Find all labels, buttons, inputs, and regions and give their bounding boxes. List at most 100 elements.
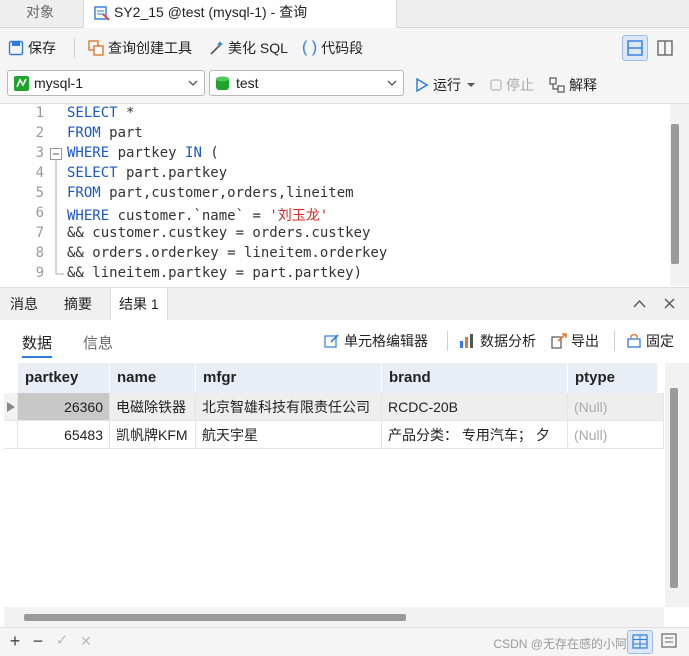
code-line: && lineitem.partkey = part.partkey) bbox=[67, 265, 363, 281]
column-header[interactable]: name bbox=[110, 363, 196, 393]
database-select-value: test bbox=[236, 75, 259, 91]
delete-record-button[interactable]: − bbox=[28, 630, 48, 652]
code-snippet-button[interactable]: ( ) 代码段 bbox=[302, 28, 363, 67]
save-icon bbox=[8, 40, 24, 55]
code-line: && customer.custkey = orders.custkey bbox=[67, 225, 371, 241]
line-number: 5 bbox=[35, 185, 44, 201]
table-cell[interactable]: (Null) bbox=[568, 421, 664, 449]
table-cell[interactable]: 北京智雄科技有限责任公司 bbox=[196, 393, 382, 421]
data-analysis-button[interactable]: 数据分析 bbox=[459, 330, 536, 352]
line-number: 9 bbox=[35, 265, 44, 281]
grid-view-icon bbox=[632, 634, 648, 649]
subtab-data[interactable]: 数据 bbox=[22, 332, 53, 358]
tab-result-1[interactable]: 结果 1 bbox=[110, 288, 168, 321]
column-header[interactable]: brand bbox=[382, 363, 568, 393]
code-line: FROM part,customer,orders,lineitem bbox=[67, 185, 354, 201]
current-row-icon bbox=[7, 402, 15, 412]
split-vertical-icon bbox=[657, 40, 673, 56]
export-icon bbox=[551, 333, 567, 349]
export-button[interactable]: 导出 bbox=[551, 330, 599, 352]
line-number: 4 bbox=[35, 165, 44, 181]
apply-changes-button[interactable]: ✓ bbox=[52, 630, 72, 652]
subtab-info[interactable]: 信息 bbox=[83, 332, 113, 356]
code-line: FROM part bbox=[67, 125, 143, 141]
parentheses-icon: ( ) bbox=[302, 38, 318, 56]
explain-icon bbox=[549, 76, 565, 93]
chevron-down-icon bbox=[387, 80, 397, 86]
table-cell[interactable]: 26360 bbox=[18, 393, 110, 421]
database-select[interactable]: test bbox=[209, 70, 404, 96]
split-horizontal-view-button[interactable] bbox=[622, 35, 648, 61]
line-number: 8 bbox=[35, 245, 44, 261]
stop-button[interactable]: 停止 bbox=[490, 65, 534, 104]
line-number: 2 bbox=[35, 125, 44, 141]
close-icon[interactable] bbox=[664, 298, 675, 309]
table-cell[interactable]: 航天宇星 bbox=[196, 421, 382, 449]
query-tab-title: SY2_15 @test (mysql-1) - 查询 bbox=[114, 4, 308, 20]
table-cell[interactable]: 产品分类： 专用汽车； 夕 bbox=[382, 421, 568, 449]
line-number: 6 bbox=[35, 205, 44, 221]
line-number: 7 bbox=[35, 225, 44, 241]
beautify-sql-button[interactable]: 美化 SQL bbox=[208, 28, 288, 67]
split-vertical-view-button[interactable] bbox=[652, 35, 678, 61]
connection-bar: mysql-1 test 运行 停止 解释 bbox=[0, 67, 689, 104]
grid-horizontal-scrollbar-thumb[interactable] bbox=[24, 614, 406, 621]
code-line: WHERE customer.`name` = '刘玉龙' bbox=[67, 208, 329, 224]
explain-button[interactable]: 解释 bbox=[549, 65, 597, 104]
tab-messages[interactable]: 消息 bbox=[10, 288, 38, 320]
connection-select-value: mysql-1 bbox=[34, 75, 84, 91]
sql-editor[interactable]: 1 2 3 4 5 6 7 8 9 SELECT * FROM part WHE… bbox=[0, 104, 670, 286]
cell-editor-button[interactable]: 单元格编辑器 bbox=[324, 330, 428, 352]
mysql-connection-icon bbox=[14, 76, 29, 91]
toolbar-divider bbox=[614, 331, 615, 351]
query-builder-icon bbox=[88, 39, 104, 56]
chevron-down-icon bbox=[188, 80, 198, 86]
result-tabs: 消息 摘要 结果 1 bbox=[0, 287, 689, 321]
run-button[interactable]: 运行 bbox=[415, 65, 479, 104]
connection-select[interactable]: mysql-1 bbox=[7, 70, 205, 96]
table-cell[interactable]: 65483 bbox=[18, 421, 110, 449]
tab-summary[interactable]: 摘要 bbox=[64, 288, 92, 320]
pin-icon bbox=[627, 333, 641, 348]
code-line: SELECT part.partkey bbox=[67, 165, 228, 181]
grid-vertical-scrollbar-thumb[interactable] bbox=[670, 388, 678, 588]
toolbar-divider bbox=[74, 38, 75, 58]
table-cell[interactable]: 电磁除铁器 bbox=[110, 393, 196, 421]
editor-scrollbar-thumb[interactable] bbox=[671, 124, 679, 264]
row-indicator[interactable] bbox=[4, 393, 18, 421]
query-builder-button[interactable]: 查询创建工具 bbox=[88, 28, 192, 67]
split-horizontal-icon bbox=[627, 40, 643, 56]
line-number: 1 bbox=[35, 105, 44, 121]
table-cell[interactable]: 凯帆牌KFM bbox=[110, 421, 196, 449]
code-line: SELECT * bbox=[67, 105, 135, 121]
line-number: 3 bbox=[35, 145, 44, 161]
column-header[interactable]: ptype bbox=[568, 363, 658, 393]
grid-view-button[interactable] bbox=[627, 630, 653, 654]
row-indicator[interactable] bbox=[4, 421, 18, 449]
form-view-icon bbox=[661, 633, 677, 648]
magic-wand-icon bbox=[210, 40, 223, 55]
chevron-up-icon[interactable] bbox=[633, 299, 646, 308]
tab-objects[interactable]: 对象 bbox=[0, 0, 80, 27]
form-view-button[interactable] bbox=[657, 630, 683, 654]
table-cell[interactable]: RCDC-20B bbox=[382, 393, 568, 421]
pin-button[interactable]: 固定 bbox=[626, 330, 674, 352]
add-record-button[interactable]: + bbox=[5, 630, 25, 652]
database-icon bbox=[216, 76, 229, 90]
query-toolbar: 保存 查询创建工具 美化 SQL ( ) 代码段 bbox=[0, 28, 689, 67]
toolbar-divider bbox=[447, 331, 448, 351]
play-icon bbox=[416, 77, 429, 92]
fold-guide bbox=[55, 160, 64, 275]
fold-collapse-icon[interactable] bbox=[50, 148, 62, 160]
column-header[interactable]: mfgr bbox=[196, 363, 382, 393]
edit-icon bbox=[324, 334, 339, 348]
column-header[interactable]: partkey bbox=[18, 363, 110, 393]
tab-query[interactable]: SY2_15 @test (mysql-1) - 查询 bbox=[83, 0, 397, 28]
save-button[interactable]: 保存 bbox=[8, 28, 56, 67]
chevron-down-icon bbox=[467, 82, 475, 87]
result-grid[interactable]: partkey name mfgr brand ptype 26360 电磁除铁… bbox=[4, 363, 664, 607]
discard-changes-button[interactable]: ✕ bbox=[76, 630, 96, 652]
data-analysis-icon bbox=[460, 334, 473, 348]
code-line: && orders.orderkey = lineitem.orderkey bbox=[67, 245, 388, 261]
table-cell[interactable]: (Null) bbox=[568, 393, 664, 421]
